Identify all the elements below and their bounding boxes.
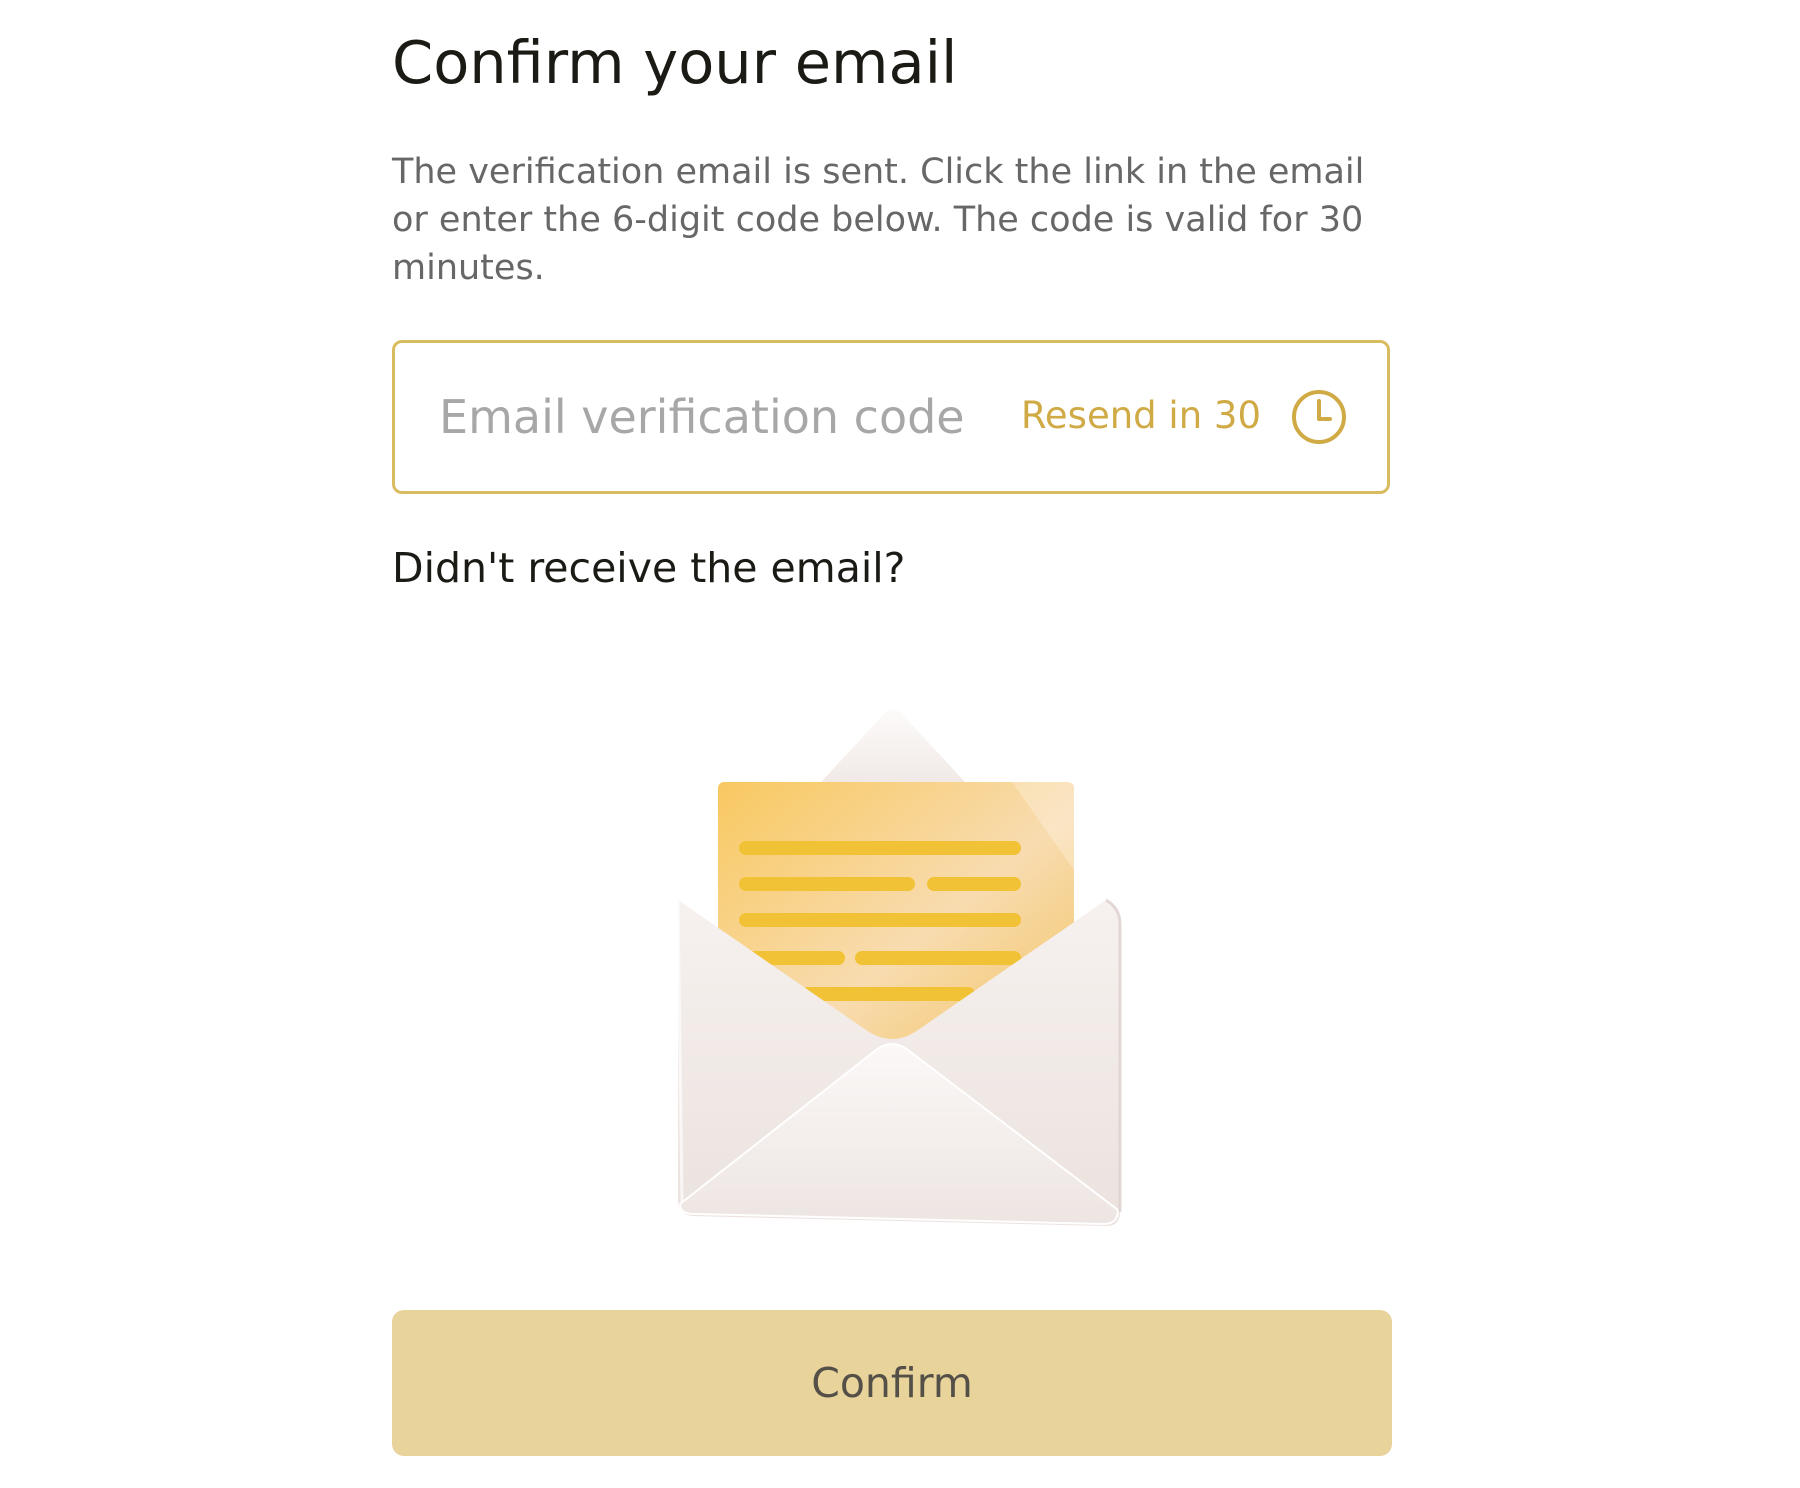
verification-code-field[interactable]: Resend in 30 — [392, 340, 1390, 494]
clock-icon — [1292, 390, 1346, 444]
page-description: The verification email is sent. Click th… — [392, 152, 1365, 288]
resend-countdown-link[interactable]: Resend in 30 — [1021, 394, 1261, 437]
confirm-button[interactable]: Confirm — [392, 1310, 1392, 1456]
didnt-receive-email-heading: Didn't receive the email? — [392, 544, 906, 592]
page-title: Confirm your email — [392, 28, 958, 97]
email-confirmation-page: Confirm your email The verification emai… — [0, 0, 1800, 1488]
envelope-illustration — [678, 709, 1122, 1226]
verification-code-input[interactable] — [439, 379, 999, 455]
